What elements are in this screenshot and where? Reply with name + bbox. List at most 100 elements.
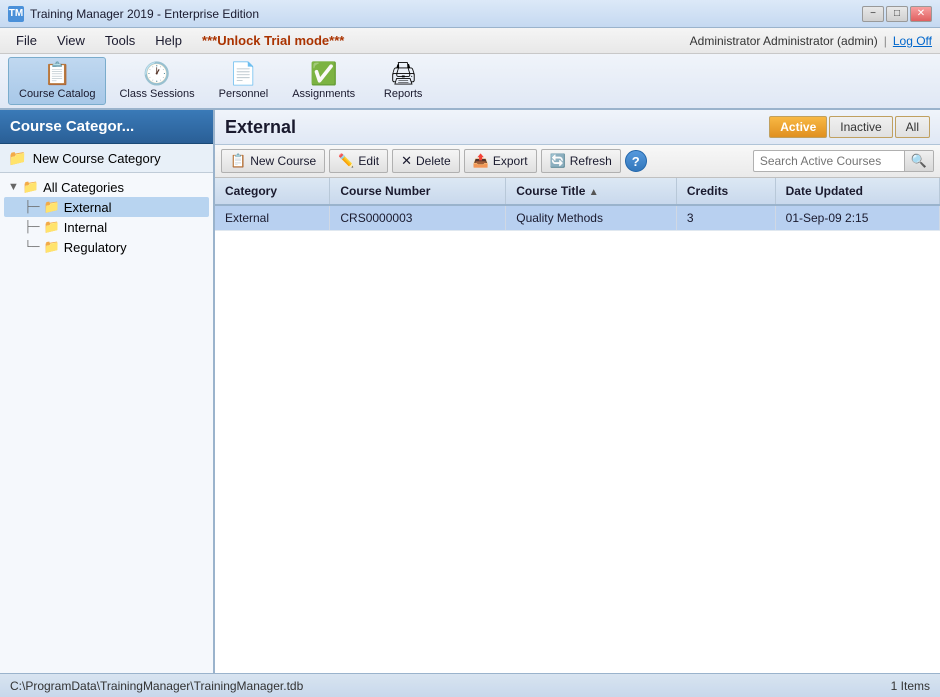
reports-label: Reports — [384, 88, 423, 100]
table-header-row: Category Course Number Course Title ▲ Cr… — [215, 178, 940, 205]
tree-label-all: All Categories — [43, 180, 124, 195]
new-course-button[interactable]: 📋 New Course — [221, 149, 325, 173]
title-bar-left: TM Training Manager 2019 - Enterprise Ed… — [8, 6, 259, 22]
toolbar-personnel[interactable]: 📄 Personnel — [208, 57, 280, 105]
tree-item-all-categories[interactable]: ▼ 📁 All Categories — [4, 177, 209, 197]
window-controls: − □ ✕ — [862, 6, 932, 22]
main-content: Course Categor... 📁 New Course Category … — [0, 110, 940, 673]
status-path: C:\ProgramData\TrainingManager\TrainingM… — [10, 679, 303, 693]
tree-item-external[interactable]: ├─ 📁 External — [4, 197, 209, 217]
tree-label-external: External — [64, 200, 112, 215]
status-inactive-button[interactable]: Inactive — [829, 116, 892, 138]
new-course-category-label: New Course Category — [33, 151, 161, 166]
status-buttons: Active Inactive All — [769, 116, 930, 138]
delete-icon: ✕ — [401, 153, 412, 169]
course-catalog-label: Course Catalog — [19, 88, 95, 100]
column-header-course-title[interactable]: Course Title ▲ — [506, 178, 677, 205]
table-wrapper: Category Course Number Course Title ▲ Cr… — [215, 178, 940, 673]
edit-label: Edit — [358, 154, 379, 168]
admin-text: Administrator Administrator (admin) — [690, 34, 878, 48]
minimize-button[interactable]: − — [862, 6, 884, 22]
menu-help[interactable]: Help — [147, 31, 190, 50]
right-panel-title: External — [225, 117, 296, 138]
tree-line-regulatory: └─ — [24, 241, 40, 253]
class-sessions-icon: 🕐 — [143, 63, 170, 85]
personnel-label: Personnel — [219, 88, 269, 100]
menu-view[interactable]: View — [49, 31, 93, 50]
course-catalog-icon: 📋 — [44, 63, 71, 85]
assignments-label: Assignments — [292, 88, 355, 100]
column-header-credits[interactable]: Credits — [676, 178, 775, 205]
title-bar: TM Training Manager 2019 - Enterprise Ed… — [0, 0, 940, 28]
tree-line-external: ├─ — [24, 201, 40, 213]
tree-item-internal[interactable]: ├─ 📁 Internal — [4, 217, 209, 237]
log-off-link[interactable]: Log Off — [893, 34, 932, 48]
refresh-label: Refresh — [570, 154, 612, 168]
personnel-icon: 📄 — [230, 63, 257, 85]
folder-external-icon: 📁 — [44, 199, 60, 215]
cell-category: External — [215, 205, 330, 231]
new-course-label: New Course — [250, 154, 316, 168]
toolbar-reports[interactable]: 🖨 Reports — [368, 57, 438, 105]
cell-credits: 3 — [676, 205, 775, 231]
edit-button[interactable]: ✏️ Edit — [329, 149, 388, 173]
cell-course-number: CRS0000003 — [330, 205, 506, 231]
tree-item-regulatory[interactable]: └─ 📁 Regulatory — [4, 237, 209, 257]
column-header-date-updated[interactable]: Date Updated — [775, 178, 939, 205]
tree-label-internal: Internal — [64, 220, 107, 235]
help-button[interactable]: ? — [625, 150, 647, 172]
export-label: Export — [493, 154, 528, 168]
left-panel: Course Categor... 📁 New Course Category … — [0, 110, 215, 673]
tree-expand-icon: ▼ — [8, 181, 19, 193]
title-text: Training Manager 2019 - Enterprise Editi… — [30, 7, 259, 21]
export-button[interactable]: 📤 Export — [464, 149, 537, 173]
column-header-course-number[interactable]: Course Number — [330, 178, 506, 205]
sort-arrow-icon: ▲ — [589, 187, 599, 198]
status-all-button[interactable]: All — [895, 116, 930, 138]
new-course-icon: 📋 — [230, 153, 246, 169]
folder-regulatory-icon: 📁 — [44, 239, 60, 255]
left-panel-header: Course Categor... — [0, 110, 213, 144]
right-panel: External Active Inactive All 📋 New Cours… — [215, 110, 940, 673]
status-bar: C:\ProgramData\TrainingManager\TrainingM… — [0, 673, 940, 697]
toolbar-course-catalog[interactable]: 📋 Course Catalog — [8, 57, 106, 105]
help-icon: ? — [632, 154, 640, 169]
course-table: Category Course Number Course Title ▲ Cr… — [215, 178, 940, 231]
export-icon: 📤 — [473, 153, 489, 169]
assignments-icon: ✅ — [310, 63, 337, 85]
new-course-category-button[interactable]: 📁 New Course Category — [0, 144, 213, 173]
close-button[interactable]: ✕ — [910, 6, 932, 22]
menu-file[interactable]: File — [8, 31, 45, 50]
menu-tools[interactable]: Tools — [97, 31, 143, 50]
refresh-button[interactable]: 🔄 Refresh — [541, 149, 621, 173]
toolbar-assignments[interactable]: ✅ Assignments — [281, 57, 366, 105]
table-body: External CRS0000003 Quality Methods 3 01… — [215, 205, 940, 231]
maximize-button[interactable]: □ — [886, 6, 908, 22]
toolbar-class-sessions[interactable]: 🕐 Class Sessions — [108, 57, 205, 105]
search-input[interactable] — [754, 152, 904, 170]
class-sessions-label: Class Sessions — [119, 88, 194, 100]
cell-date-updated: 01-Sep-09 2:15 — [775, 205, 939, 231]
search-box-wrapper: 🔍 — [753, 150, 934, 172]
delete-button[interactable]: ✕ Delete — [392, 149, 460, 173]
tree-line-internal: ├─ — [24, 221, 40, 233]
delete-label: Delete — [416, 154, 451, 168]
menu-left: File View Tools Help ***Unlock Trial mod… — [8, 31, 352, 50]
column-header-category[interactable]: Category — [215, 178, 330, 205]
tree-label-regulatory: Regulatory — [64, 240, 127, 255]
cell-course-title: Quality Methods — [506, 205, 677, 231]
separator-pipe: | — [884, 34, 887, 48]
menu-unlock-trial[interactable]: ***Unlock Trial mode*** — [194, 31, 352, 50]
search-icon-button[interactable]: 🔍 — [904, 151, 933, 171]
folder-internal-icon: 📁 — [44, 219, 60, 235]
refresh-icon: 🔄 — [550, 153, 566, 169]
tree-area: ▼ 📁 All Categories ├─ 📁 External ├─ 📁 In… — [0, 173, 213, 673]
toolbar: 📋 Course Catalog 🕐 Class Sessions 📄 Pers… — [0, 54, 940, 110]
action-bar: 📋 New Course ✏️ Edit ✕ Delete 📤 Export 🔄 — [215, 145, 940, 178]
table-row[interactable]: External CRS0000003 Quality Methods 3 01… — [215, 205, 940, 231]
folder-all-icon: 📁 — [23, 179, 39, 195]
app-icon: TM — [8, 6, 24, 22]
content-area: Course Categor... 📁 New Course Category … — [0, 110, 940, 673]
status-active-button[interactable]: Active — [769, 116, 827, 138]
reports-icon: 🖨 — [389, 63, 417, 85]
